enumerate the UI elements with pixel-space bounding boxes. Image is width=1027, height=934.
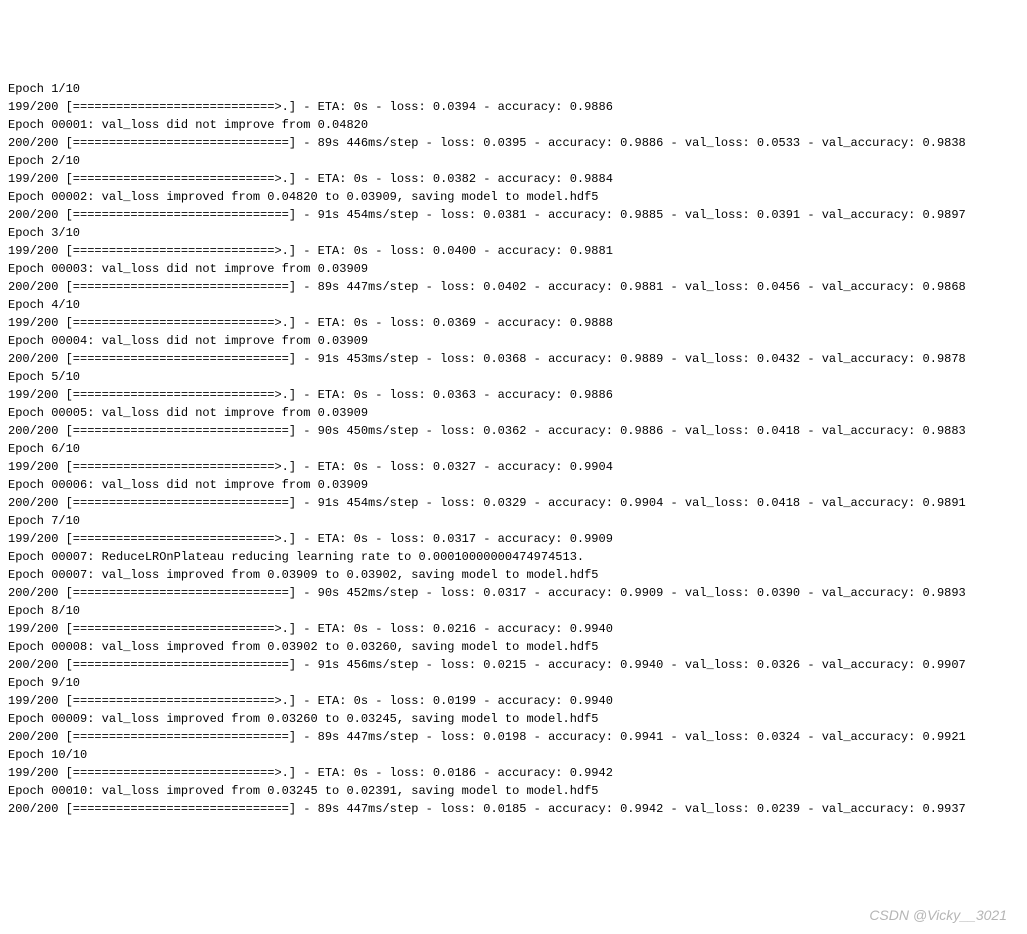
log-line: Epoch 00005: val_loss did not improve fr… (8, 404, 1019, 422)
log-line: Epoch 10/10 (8, 746, 1019, 764)
log-line: 199/200 [============================>.]… (8, 242, 1019, 260)
log-line: 199/200 [============================>.]… (8, 692, 1019, 710)
log-line: 199/200 [============================>.]… (8, 764, 1019, 782)
log-line: 199/200 [============================>.]… (8, 620, 1019, 638)
log-line: Epoch 2/10 (8, 152, 1019, 170)
log-line: Epoch 00001: val_loss did not improve fr… (8, 116, 1019, 134)
log-line: 200/200 [==============================]… (8, 584, 1019, 602)
log-line: Epoch 00010: val_loss improved from 0.03… (8, 782, 1019, 800)
log-line: Epoch 00006: val_loss did not improve fr… (8, 476, 1019, 494)
log-line: 200/200 [==============================]… (8, 134, 1019, 152)
log-line: Epoch 9/10 (8, 674, 1019, 692)
log-line: Epoch 00009: val_loss improved from 0.03… (8, 710, 1019, 728)
log-line: Epoch 3/10 (8, 224, 1019, 242)
log-line: 199/200 [============================>.]… (8, 386, 1019, 404)
log-line: Epoch 00008: val_loss improved from 0.03… (8, 638, 1019, 656)
log-line: Epoch 00002: val_loss improved from 0.04… (8, 188, 1019, 206)
log-line: Epoch 5/10 (8, 368, 1019, 386)
log-line: Epoch 4/10 (8, 296, 1019, 314)
log-line: 200/200 [==============================]… (8, 800, 1019, 818)
log-line: 199/200 [============================>.]… (8, 98, 1019, 116)
log-line: Epoch 7/10 (8, 512, 1019, 530)
log-line: 199/200 [============================>.]… (8, 170, 1019, 188)
log-line: Epoch 1/10 (8, 80, 1019, 98)
log-line: Epoch 6/10 (8, 440, 1019, 458)
log-line: 200/200 [==============================]… (8, 728, 1019, 746)
training-log-output: Epoch 1/10199/200 [=====================… (8, 80, 1019, 818)
log-line: 200/200 [==============================]… (8, 422, 1019, 440)
log-line: 200/200 [==============================]… (8, 206, 1019, 224)
log-line: 200/200 [==============================]… (8, 656, 1019, 674)
log-line: 200/200 [==============================]… (8, 350, 1019, 368)
log-line: Epoch 00003: val_loss did not improve fr… (8, 260, 1019, 278)
log-line: Epoch 00004: val_loss did not improve fr… (8, 332, 1019, 350)
watermark-text: CSDN @Vicky__3021 (869, 905, 1007, 926)
log-line: Epoch 8/10 (8, 602, 1019, 620)
log-line: 199/200 [============================>.]… (8, 530, 1019, 548)
log-line: 200/200 [==============================]… (8, 278, 1019, 296)
log-line: 199/200 [============================>.]… (8, 458, 1019, 476)
log-line: 200/200 [==============================]… (8, 494, 1019, 512)
log-line: Epoch 00007: val_loss improved from 0.03… (8, 566, 1019, 584)
log-line: Epoch 00007: ReduceLROnPlateau reducing … (8, 548, 1019, 566)
log-line: 199/200 [============================>.]… (8, 314, 1019, 332)
